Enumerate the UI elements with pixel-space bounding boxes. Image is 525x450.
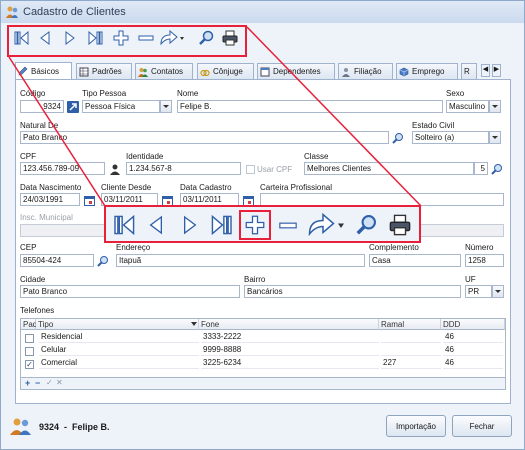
zoomed-toolbar-callout (104, 205, 421, 243)
zoom-last-record-button[interactable] (208, 214, 234, 236)
zoom-redo-button[interactable] (306, 212, 346, 238)
redo-icon (308, 213, 344, 237)
first-icon (114, 215, 135, 235)
prev-icon (149, 215, 162, 235)
zoom-previous-record-button[interactable] (146, 214, 166, 236)
remove-icon (279, 222, 297, 228)
add-icon (245, 215, 265, 235)
print-icon (389, 214, 411, 236)
search-icon (356, 215, 376, 235)
zoom-first-record-button[interactable] (112, 214, 138, 236)
next-icon (184, 215, 197, 235)
client-registration-window: Cadastro de Clientes Básicos Padrões Con… (0, 0, 525, 450)
zoom-search-button[interactable] (354, 212, 378, 238)
zoom-remove-button[interactable] (276, 214, 300, 236)
zoom-add-button[interactable] (239, 210, 271, 240)
last-icon (211, 215, 232, 235)
zoom-next-record-button[interactable] (180, 214, 200, 236)
zoom-print-button[interactable] (388, 212, 412, 238)
